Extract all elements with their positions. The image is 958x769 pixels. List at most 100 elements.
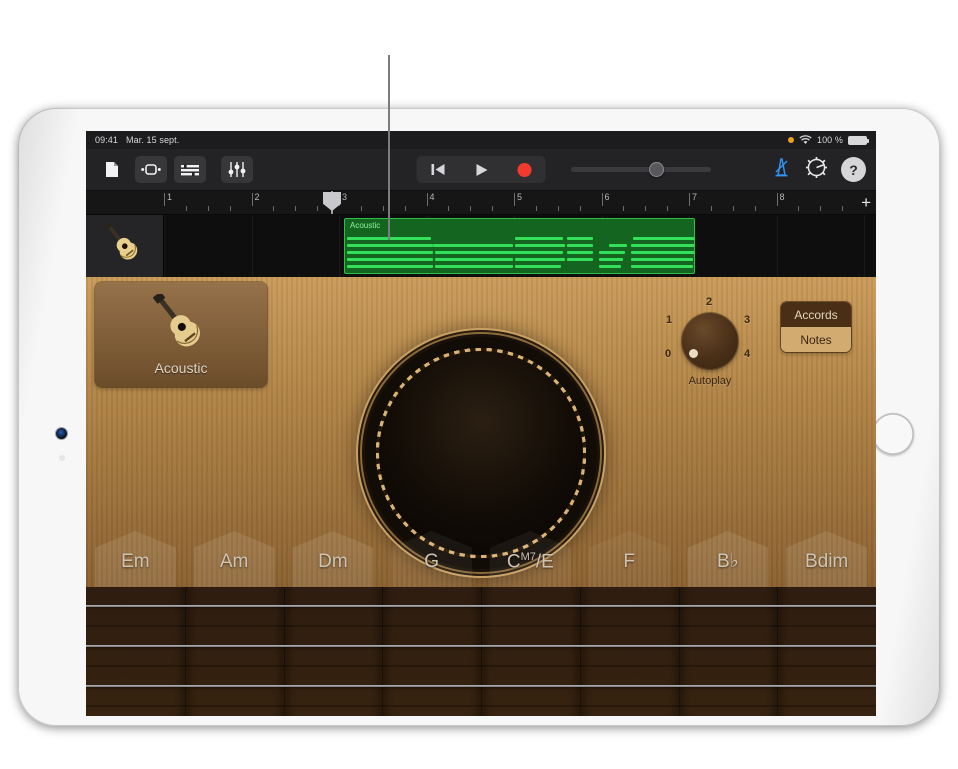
ruler-subtick bbox=[317, 206, 318, 211]
battery-percent-label: 100 % bbox=[817, 135, 843, 145]
chord-button-B[interactable]: B♭ bbox=[679, 525, 778, 587]
midi-note bbox=[567, 251, 593, 254]
ruler-subtick bbox=[842, 206, 843, 211]
ruler-subtick bbox=[492, 206, 493, 211]
autoplay-value-1[interactable]: 1 bbox=[666, 314, 672, 326]
midi-note bbox=[513, 251, 563, 254]
midi-note bbox=[631, 251, 695, 254]
notes-mode-option[interactable]: Notes bbox=[781, 327, 851, 352]
chords-mode-option[interactable]: Accords bbox=[781, 302, 851, 327]
mixer-icon[interactable] bbox=[174, 156, 206, 183]
add-track-button[interactable]: + bbox=[861, 194, 871, 211]
instrument-selector-card[interactable]: Acoustic bbox=[95, 282, 267, 387]
master-volume-knob[interactable] bbox=[649, 162, 664, 177]
chord-button-Em[interactable]: Em bbox=[86, 525, 185, 587]
chord-button-G[interactable]: G bbox=[382, 525, 481, 587]
midi-note bbox=[433, 244, 513, 247]
midi-note bbox=[567, 237, 593, 240]
home-button[interactable] bbox=[872, 413, 914, 455]
playhead[interactable] bbox=[331, 191, 333, 215]
chord-label: Em bbox=[121, 551, 150, 573]
chord-label: CM7/E bbox=[507, 551, 554, 573]
fretboard[interactable] bbox=[86, 587, 876, 716]
callout-line-to-playhead bbox=[388, 55, 390, 240]
my-songs-icon[interactable] bbox=[96, 156, 128, 183]
midi-note bbox=[567, 258, 593, 261]
ruler-subtick bbox=[448, 206, 449, 211]
rewind-button[interactable] bbox=[417, 156, 460, 183]
master-volume-slider[interactable] bbox=[571, 167, 711, 172]
toolbar-left-group bbox=[96, 156, 253, 183]
song-settings-gear-icon[interactable] bbox=[806, 157, 827, 183]
battery-icon bbox=[848, 136, 867, 145]
play-button[interactable] bbox=[460, 156, 503, 183]
chord-label: F bbox=[623, 551, 635, 573]
guitar-string-3[interactable] bbox=[86, 685, 876, 687]
ruler-subtick bbox=[536, 206, 537, 211]
toolbar-right-group: ? bbox=[771, 157, 866, 183]
metronome-icon[interactable] bbox=[771, 157, 792, 182]
ruler-subtick bbox=[295, 206, 296, 211]
playhead-handle[interactable] bbox=[323, 192, 341, 211]
ruler-subtick bbox=[186, 206, 187, 211]
record-button[interactable] bbox=[503, 156, 546, 183]
midi-note bbox=[599, 265, 621, 268]
chord-label: B♭ bbox=[717, 550, 739, 573]
lane-gridline bbox=[777, 215, 778, 277]
lane-gridline bbox=[252, 215, 253, 277]
instrument-card-label: Acoustic bbox=[155, 360, 208, 376]
ruler-subtick bbox=[667, 206, 668, 211]
midi-note bbox=[599, 251, 625, 254]
ruler-subtick bbox=[711, 206, 712, 211]
chord-button-F[interactable]: F bbox=[580, 525, 679, 587]
midi-note bbox=[515, 265, 561, 268]
front-camera-icon bbox=[56, 428, 67, 439]
ruler-header-spacer bbox=[86, 191, 164, 214]
track-header[interactable] bbox=[86, 215, 164, 277]
track-lane[interactable]: Acoustic bbox=[164, 215, 876, 277]
chord-button-Am[interactable]: Am bbox=[185, 525, 284, 587]
ambient-sensor-icon bbox=[59, 455, 65, 461]
wifi-icon bbox=[799, 135, 812, 145]
midi-region[interactable]: Acoustic bbox=[344, 218, 695, 274]
midi-note bbox=[599, 258, 623, 261]
autoplay-value-3[interactable]: 3 bbox=[744, 314, 750, 326]
chord-button-C[interactable]: CM7/E bbox=[481, 525, 580, 587]
midi-note bbox=[631, 258, 693, 261]
midi-note bbox=[609, 244, 627, 247]
acoustic-guitar-icon bbox=[99, 224, 151, 268]
autoplay-value-2[interactable]: 2 bbox=[706, 296, 712, 308]
ruler-subtick bbox=[383, 206, 384, 211]
settings-sliders-icon[interactable] bbox=[221, 156, 253, 183]
chord-label: G bbox=[424, 551, 439, 573]
timeline-ruler[interactable]: 12345678 + bbox=[86, 191, 876, 215]
autoplay-control[interactable]: 0 1 2 3 4 Autoplay bbox=[664, 295, 756, 387]
ruler-subtick bbox=[798, 206, 799, 211]
chord-label: Dm bbox=[318, 551, 348, 573]
autoplay-caption: Autoplay bbox=[662, 375, 758, 387]
ruler-subtick bbox=[230, 206, 231, 211]
midi-note bbox=[567, 244, 593, 247]
ruler-subtick bbox=[273, 206, 274, 211]
guitar-string-2[interactable] bbox=[86, 645, 876, 647]
status-bar: 09:41 Mar. 15 sept. 100 % bbox=[86, 131, 876, 149]
acoustic-guitar-icon bbox=[142, 294, 220, 356]
chord-button-Bdim[interactable]: Bdim bbox=[777, 525, 876, 587]
record-indicator-dot bbox=[788, 137, 794, 143]
ruler-subtick bbox=[580, 206, 581, 211]
status-bar-right: 100 % bbox=[788, 135, 867, 145]
help-button[interactable]: ? bbox=[841, 157, 866, 182]
track-view-icon[interactable] bbox=[135, 156, 167, 183]
midi-note bbox=[633, 237, 695, 240]
midi-note bbox=[435, 258, 513, 261]
autoplay-value-0[interactable]: 0 bbox=[665, 348, 671, 360]
chord-button-Dm[interactable]: Dm bbox=[284, 525, 383, 587]
ruler-subtick bbox=[623, 206, 624, 211]
guitar-string-1[interactable] bbox=[86, 605, 876, 607]
chords-notes-switch[interactable]: Accords Notes bbox=[781, 302, 851, 352]
autoplay-knob[interactable] bbox=[682, 313, 738, 369]
ruler-subtick bbox=[208, 206, 209, 211]
autoplay-value-4[interactable]: 4 bbox=[744, 348, 750, 360]
status-date: Mar. 15 sept. bbox=[126, 135, 179, 145]
status-bar-left: 09:41 Mar. 15 sept. bbox=[95, 135, 179, 145]
